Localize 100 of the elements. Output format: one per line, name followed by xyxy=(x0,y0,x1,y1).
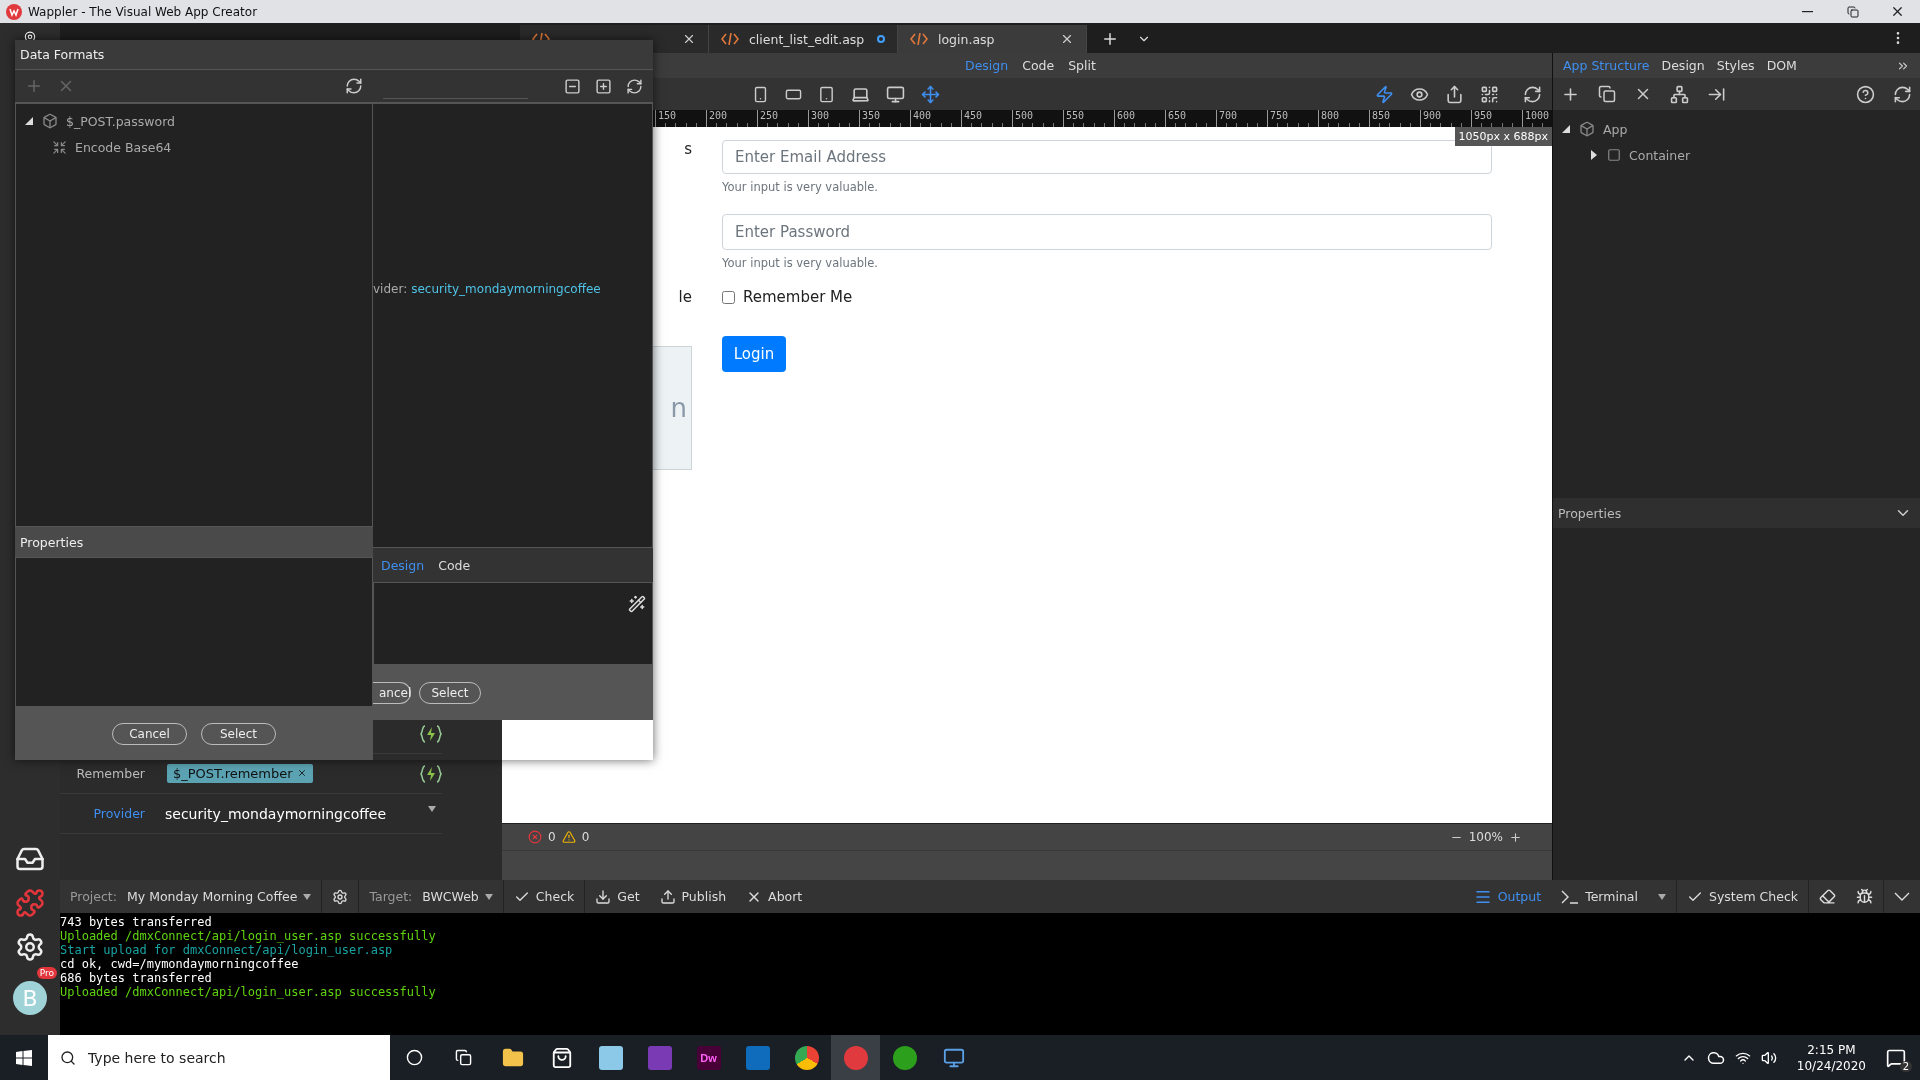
prompt-icon xyxy=(1561,889,1580,904)
monitor-icon xyxy=(942,1046,965,1069)
output-line: Start upload for dmxConnect/api/login_user.asp xyxy=(60,943,394,957)
lightning-icon[interactable] xyxy=(1375,84,1394,104)
text-fragment: s xyxy=(684,140,692,158)
notifications-icon[interactable] xyxy=(1886,1047,1906,1068)
close-icon[interactable] xyxy=(682,32,696,46)
expanded-triangle-icon[interactable] xyxy=(1561,124,1571,134)
tree-item[interactable]: $_POST.password xyxy=(66,113,175,129)
cube-icon xyxy=(1579,121,1595,137)
app-icon xyxy=(598,1045,623,1070)
chevron-down-icon xyxy=(1894,892,1910,901)
value-tag[interactable]: $_POST.remember xyxy=(167,764,313,783)
property-label: Provider xyxy=(92,806,146,821)
cube-icon xyxy=(42,113,58,129)
login-button[interactable]: Login xyxy=(722,336,786,372)
app-icon xyxy=(892,1045,917,1070)
editor-tab[interactable]: Design xyxy=(381,557,425,573)
view-tab[interactable]: Split xyxy=(1068,58,1096,73)
deploy-action-button[interactable]: Get xyxy=(585,880,650,913)
circle-icon xyxy=(406,1049,423,1066)
zoom-level: 100% xyxy=(1468,830,1503,844)
size-badge: 1050px x 688px xyxy=(1454,127,1552,146)
close-icon[interactable] xyxy=(1060,32,1074,46)
format-icon xyxy=(52,139,67,155)
braces-bolt-icon[interactable] xyxy=(420,764,442,783)
panel-tab[interactable]: Styles xyxy=(1716,58,1755,73)
file-tab[interactable]: login.asp xyxy=(898,25,1087,53)
provider-select[interactable]: security_mondaymorningcoffee xyxy=(165,805,442,822)
remember-checkbox[interactable] xyxy=(722,290,735,304)
file-tab[interactable]: client_list_edit.asp xyxy=(709,25,898,53)
zoom-in-icon[interactable] xyxy=(1509,830,1522,844)
deploy-action-button[interactable]: Abort xyxy=(736,880,813,913)
dropdown-triangle-icon[interactable] xyxy=(484,893,493,900)
section-title: Properties xyxy=(20,534,84,550)
duplicate-icon[interactable] xyxy=(1598,85,1616,103)
panel-title: Properties xyxy=(1558,505,1622,521)
output-line: Uploaded /dmxConnect/api/login_user.asp successfully xyxy=(60,985,437,999)
expanded-triangle-icon[interactable] xyxy=(24,116,34,126)
help-icon[interactable] xyxy=(1856,84,1875,104)
taskbar-button[interactable]: Dw xyxy=(684,1035,733,1080)
monitor-icon[interactable] xyxy=(886,84,905,104)
view-tab[interactable]: Code xyxy=(1022,58,1055,73)
password-field[interactable]: Enter Password xyxy=(722,214,1492,250)
refresh-icon[interactable] xyxy=(1523,84,1542,104)
output-tab[interactable]: Terminal xyxy=(1551,880,1648,913)
pro-badge: Pro xyxy=(36,967,57,979)
output-line: Uploaded /dmxConnect/api/login_user.asp successfully xyxy=(60,929,437,943)
collapsed-triangle-icon[interactable] xyxy=(1589,150,1599,160)
code-icon xyxy=(721,33,739,45)
dropdown-triangle-icon[interactable] xyxy=(1657,893,1666,900)
clock-time[interactable]: 2:15 PM xyxy=(1807,1041,1856,1058)
dropdown-triangle-icon[interactable] xyxy=(428,805,436,812)
minimize-icon xyxy=(1802,10,1813,13)
output-line: 686 bytes transferred xyxy=(60,971,213,985)
remove-icon[interactable] xyxy=(296,768,307,778)
move-icon[interactable] xyxy=(921,84,940,104)
tree-item[interactable]: Container xyxy=(1629,147,1691,163)
structure-icon[interactable] xyxy=(1670,84,1689,104)
output-tab[interactable]: Output xyxy=(1463,880,1552,913)
tablet-icon[interactable] xyxy=(818,85,835,103)
braces-bolt-icon[interactable] xyxy=(420,724,442,743)
share-icon[interactable] xyxy=(1445,84,1464,104)
eraser-icon xyxy=(1819,888,1836,905)
refresh-icon[interactable] xyxy=(1893,84,1912,104)
error-icon xyxy=(528,830,542,844)
collapse-all-icon[interactable] xyxy=(564,77,581,95)
settings-icon[interactable] xyxy=(15,932,45,962)
search-icon xyxy=(60,1049,76,1066)
panel-tab[interactable]: Design xyxy=(1661,58,1705,73)
panel-tab[interactable]: DOM xyxy=(1766,58,1797,73)
browser-icon xyxy=(794,1045,819,1070)
magic-wand-icon[interactable] xyxy=(628,595,646,613)
phone-icon[interactable] xyxy=(752,85,769,103)
warning-icon xyxy=(561,830,576,844)
add-tab-icon[interactable] xyxy=(1101,30,1119,48)
expand-all-icon[interactable] xyxy=(595,77,612,95)
tree-item[interactable]: App xyxy=(1603,121,1628,137)
volume-icon[interactable] xyxy=(1760,1049,1777,1066)
property-label: Remember xyxy=(75,766,146,781)
error-count: 0 xyxy=(548,830,556,844)
task-view-icon xyxy=(455,1049,472,1066)
deploy-action-button[interactable]: Publish xyxy=(649,880,737,913)
app-icon: Dw xyxy=(696,1045,721,1070)
refresh-icon[interactable] xyxy=(345,77,363,95)
output-line: 743 bytes transferred xyxy=(60,915,213,929)
app-icon xyxy=(647,1045,672,1070)
editor-tab[interactable]: Code xyxy=(438,557,471,573)
qr-code-icon[interactable] xyxy=(1480,84,1499,104)
dialog-title: Data Formats xyxy=(20,47,105,62)
shopping-bag-icon xyxy=(550,1046,573,1069)
taskbar-search-field[interactable]: Type here to search xyxy=(48,1035,390,1080)
dropdown-triangle-icon[interactable] xyxy=(303,893,312,900)
puzzle-icon[interactable] xyxy=(15,888,45,918)
code-icon xyxy=(910,33,928,45)
clock-date[interactable]: 10/24/2020 xyxy=(1796,1057,1866,1074)
upload-icon xyxy=(659,888,676,905)
dialog-button[interactable]: ancel xyxy=(373,681,411,704)
tree-item[interactable]: Encode Base64 xyxy=(75,139,172,155)
refresh-icon[interactable] xyxy=(626,77,643,95)
